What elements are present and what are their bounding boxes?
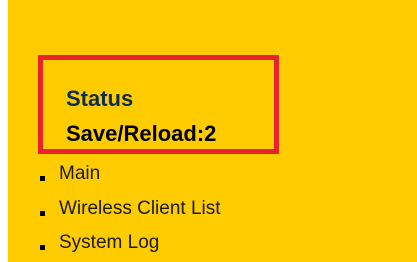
menu-item-wireless-client-list[interactable]: Wireless Client List: [40, 197, 221, 221]
section-title: Status: [66, 86, 134, 111]
menu-item-main[interactable]: Main: [40, 162, 100, 186]
menu-item-system-log[interactable]: System Log: [40, 231, 159, 255]
bullet-icon: [40, 210, 45, 216]
menu-item-label: Wireless Client List: [59, 198, 221, 219]
menu-item-label: Main: [59, 163, 101, 184]
menu-item-label: System Log: [59, 232, 160, 253]
bullet-icon: [40, 244, 45, 250]
bullet-icon: [40, 175, 45, 181]
save-reload-link[interactable]: Save/Reload:2: [66, 121, 216, 147]
